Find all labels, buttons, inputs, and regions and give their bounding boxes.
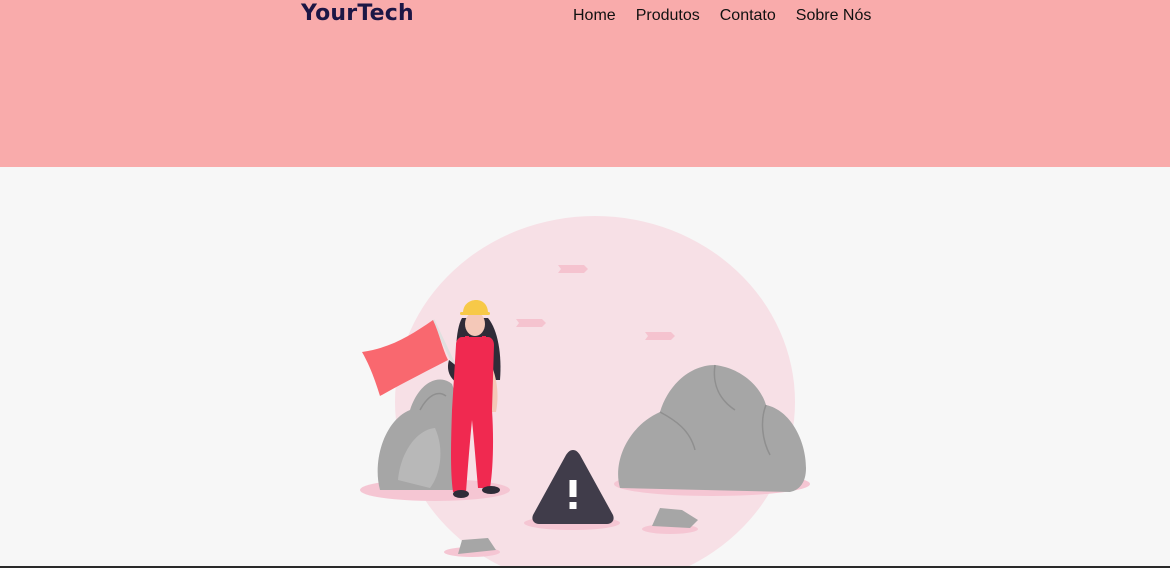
nav-item-produtos: Produtos [636, 7, 700, 25]
main-nav: Home Produtos Contato Sobre Nós [573, 7, 871, 25]
site-header: YourTech Home Produtos Contato Sobre Nós [0, 0, 1170, 167]
nav-link-produtos[interactable]: Produtos [636, 7, 700, 24]
left-rocks [377, 379, 460, 490]
nav-item-contato: Contato [720, 7, 776, 25]
under-construction-illustration [360, 216, 810, 568]
nav-link-contato[interactable]: Contato [720, 7, 776, 24]
nav-link-sobre-nos[interactable]: Sobre Nós [796, 7, 872, 24]
site-logo[interactable]: YourTech [301, 1, 414, 26]
nav-link-home[interactable]: Home [573, 7, 616, 24]
nav-item-sobre-nos: Sobre Nós [796, 7, 872, 25]
nav-item-home: Home [573, 7, 616, 25]
